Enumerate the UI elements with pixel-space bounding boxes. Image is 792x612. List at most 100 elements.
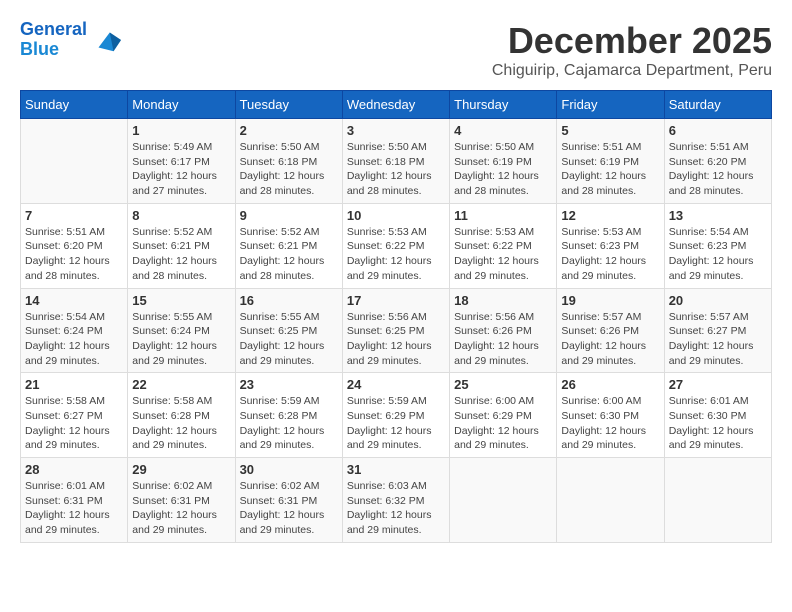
day-info: Sunrise: 5:52 AM Sunset: 6:21 PM Dayligh… bbox=[240, 225, 338, 284]
day-number: 26 bbox=[561, 377, 659, 392]
day-info: Sunrise: 5:54 AM Sunset: 6:23 PM Dayligh… bbox=[669, 225, 767, 284]
calendar-cell: 3Sunrise: 5:50 AM Sunset: 6:18 PM Daylig… bbox=[342, 119, 449, 204]
day-info: Sunrise: 5:57 AM Sunset: 6:26 PM Dayligh… bbox=[561, 310, 659, 369]
day-number: 30 bbox=[240, 462, 338, 477]
calendar-cell: 28Sunrise: 6:01 AM Sunset: 6:31 PM Dayli… bbox=[21, 458, 128, 543]
calendar-cell: 15 Sunrise: 5:55 AM Sunset: 6:24 PM Dayli… bbox=[128, 288, 235, 373]
logo: General Blue bbox=[20, 20, 121, 60]
day-info: Sunrise: 5:51 AM Sunset: 6:19 PM Dayligh… bbox=[561, 140, 659, 199]
calendar-cell: 2Sunrise: 5:50 AM Sunset: 6:18 PM Daylig… bbox=[235, 119, 342, 204]
day-info: Sunrise: 5:55 AM Sunset: 6:24 PM Dayligh… bbox=[132, 310, 230, 369]
day-info: Sunrise: 5:53 AM Sunset: 6:22 PM Dayligh… bbox=[347, 225, 445, 284]
day-of-week-friday: Friday bbox=[557, 91, 664, 119]
day-info: Sunrise: 5:51 AM Sunset: 6:20 PM Dayligh… bbox=[669, 140, 767, 199]
day-number: 24 bbox=[347, 377, 445, 392]
day-number: 17 bbox=[347, 293, 445, 308]
day-info: Sunrise: 5:58 AM Sunset: 6:28 PM Dayligh… bbox=[132, 394, 230, 453]
day-number: 10 bbox=[347, 208, 445, 223]
day-number: 11 bbox=[454, 208, 552, 223]
day-info: Sunrise: 5:53 AM Sunset: 6:23 PM Dayligh… bbox=[561, 225, 659, 284]
day-info: Sunrise: 5:57 AM Sunset: 6:27 PM Dayligh… bbox=[669, 310, 767, 369]
day-number: 13 bbox=[669, 208, 767, 223]
day-of-week-sunday: Sunday bbox=[21, 91, 128, 119]
calendar-cell: 6 Sunrise: 5:51 AM Sunset: 6:20 PM Daylig… bbox=[664, 119, 771, 204]
day-number: 4 bbox=[454, 123, 552, 138]
day-number: 15 bbox=[132, 293, 230, 308]
calendar-cell: 5 Sunrise: 5:51 AM Sunset: 6:19 PM Daylig… bbox=[557, 119, 664, 204]
logo-text: General Blue bbox=[20, 20, 87, 60]
calendar-cell: 21Sunrise: 5:58 AM Sunset: 6:27 PM Dayli… bbox=[21, 373, 128, 458]
calendar-cell: 20 Sunrise: 5:57 AM Sunset: 6:27 PM Dayli… bbox=[664, 288, 771, 373]
day-info: Sunrise: 5:56 AM Sunset: 6:26 PM Dayligh… bbox=[454, 310, 552, 369]
calendar-table: SundayMondayTuesdayWednesdayThursdayFrid… bbox=[20, 90, 772, 543]
day-number: 20 bbox=[669, 293, 767, 308]
day-info: Sunrise: 5:51 AM Sunset: 6:20 PM Dayligh… bbox=[25, 225, 123, 284]
calendar-cell: 27 Sunrise: 6:01 AM Sunset: 6:30 PM Dayli… bbox=[664, 373, 771, 458]
week-row-1: 1 Sunrise: 5:49 AM Sunset: 6:17 PM Daylig… bbox=[21, 119, 772, 204]
calendar-cell bbox=[664, 458, 771, 543]
day-number: 1 bbox=[132, 123, 230, 138]
week-row-2: 7 Sunrise: 5:51 AM Sunset: 6:20 PM Daylig… bbox=[21, 203, 772, 288]
calendar-cell: 8 Sunrise: 5:52 AM Sunset: 6:21 PM Daylig… bbox=[128, 203, 235, 288]
week-row-3: 14 Sunrise: 5:54 AM Sunset: 6:24 PM Dayli… bbox=[21, 288, 772, 373]
calendar-cell: 10 Sunrise: 5:53 AM Sunset: 6:22 PM Dayli… bbox=[342, 203, 449, 288]
calendar-cell: 4Sunrise: 5:50 AM Sunset: 6:19 PM Daylig… bbox=[450, 119, 557, 204]
day-number: 7 bbox=[25, 208, 123, 223]
day-number: 8 bbox=[132, 208, 230, 223]
calendar-cell: 9 Sunrise: 5:52 AM Sunset: 6:21 PM Daylig… bbox=[235, 203, 342, 288]
day-number: 27 bbox=[669, 377, 767, 392]
calendar-cell: 11 Sunrise: 5:53 AM Sunset: 6:22 PM Dayli… bbox=[450, 203, 557, 288]
calendar-cell bbox=[557, 458, 664, 543]
day-number: 29 bbox=[132, 462, 230, 477]
day-of-week-thursday: Thursday bbox=[450, 91, 557, 119]
calendar-cell: 25Sunrise: 6:00 AM Sunset: 6:29 PM Dayli… bbox=[450, 373, 557, 458]
calendar-cell: 24Sunrise: 5:59 AM Sunset: 6:29 PM Dayli… bbox=[342, 373, 449, 458]
calendar-cell: 29Sunrise: 6:02 AM Sunset: 6:31 PM Dayli… bbox=[128, 458, 235, 543]
day-number: 19 bbox=[561, 293, 659, 308]
week-row-5: 28Sunrise: 6:01 AM Sunset: 6:31 PM Dayli… bbox=[21, 458, 772, 543]
calendar-cell: 17 Sunrise: 5:56 AM Sunset: 6:25 PM Dayli… bbox=[342, 288, 449, 373]
day-number: 22 bbox=[132, 377, 230, 392]
day-info: Sunrise: 6:01 AM Sunset: 6:30 PM Dayligh… bbox=[669, 394, 767, 453]
day-info: Sunrise: 6:00 AM Sunset: 6:29 PM Dayligh… bbox=[454, 394, 552, 453]
day-info: Sunrise: 5:55 AM Sunset: 6:25 PM Dayligh… bbox=[240, 310, 338, 369]
day-info: Sunrise: 5:54 AM Sunset: 6:24 PM Dayligh… bbox=[25, 310, 123, 369]
calendar-cell: 12 Sunrise: 5:53 AM Sunset: 6:23 PM Dayli… bbox=[557, 203, 664, 288]
calendar-cell: 1 Sunrise: 5:49 AM Sunset: 6:17 PM Daylig… bbox=[128, 119, 235, 204]
day-number: 12 bbox=[561, 208, 659, 223]
day-info: Sunrise: 5:50 AM Sunset: 6:18 PM Dayligh… bbox=[240, 140, 338, 199]
day-number: 5 bbox=[561, 123, 659, 138]
day-number: 31 bbox=[347, 462, 445, 477]
day-info: Sunrise: 6:02 AM Sunset: 6:31 PM Dayligh… bbox=[240, 479, 338, 538]
calendar-cell bbox=[21, 119, 128, 204]
calendar-cell: 22 Sunrise: 5:58 AM Sunset: 6:28 PM Dayli… bbox=[128, 373, 235, 458]
day-info: Sunrise: 5:52 AM Sunset: 6:21 PM Dayligh… bbox=[132, 225, 230, 284]
day-info: Sunrise: 6:00 AM Sunset: 6:30 PM Dayligh… bbox=[561, 394, 659, 453]
day-of-week-monday: Monday bbox=[128, 91, 235, 119]
day-info: Sunrise: 5:49 AM Sunset: 6:17 PM Dayligh… bbox=[132, 140, 230, 199]
day-number: 21 bbox=[25, 377, 123, 392]
day-of-week-saturday: Saturday bbox=[664, 91, 771, 119]
day-info: Sunrise: 6:03 AM Sunset: 6:32 PM Dayligh… bbox=[347, 479, 445, 538]
day-of-week-tuesday: Tuesday bbox=[235, 91, 342, 119]
day-number: 6 bbox=[669, 123, 767, 138]
day-number: 23 bbox=[240, 377, 338, 392]
calendar-cell: 13 Sunrise: 5:54 AM Sunset: 6:23 PM Dayli… bbox=[664, 203, 771, 288]
calendar-cell: 19 Sunrise: 5:57 AM Sunset: 6:26 PM Dayli… bbox=[557, 288, 664, 373]
calendar-cell: 7 Sunrise: 5:51 AM Sunset: 6:20 PM Daylig… bbox=[21, 203, 128, 288]
month-title: December 2025 bbox=[492, 20, 772, 62]
day-of-week-wednesday: Wednesday bbox=[342, 91, 449, 119]
day-number: 16 bbox=[240, 293, 338, 308]
day-info: Sunrise: 5:53 AM Sunset: 6:22 PM Dayligh… bbox=[454, 225, 552, 284]
day-number: 3 bbox=[347, 123, 445, 138]
day-number: 18 bbox=[454, 293, 552, 308]
day-number: 14 bbox=[25, 293, 123, 308]
day-number: 28 bbox=[25, 462, 123, 477]
calendar-cell bbox=[450, 458, 557, 543]
day-number: 9 bbox=[240, 208, 338, 223]
page-header: General Blue December 2025 Chiguirip, Ca… bbox=[20, 20, 772, 80]
day-info: Sunrise: 5:59 AM Sunset: 6:28 PM Dayligh… bbox=[240, 394, 338, 453]
calendar-cell: 14 Sunrise: 5:54 AM Sunset: 6:24 PM Dayli… bbox=[21, 288, 128, 373]
location: Chiguirip, Cajamarca Department, Peru bbox=[492, 62, 772, 80]
day-info: Sunrise: 5:56 AM Sunset: 6:25 PM Dayligh… bbox=[347, 310, 445, 369]
